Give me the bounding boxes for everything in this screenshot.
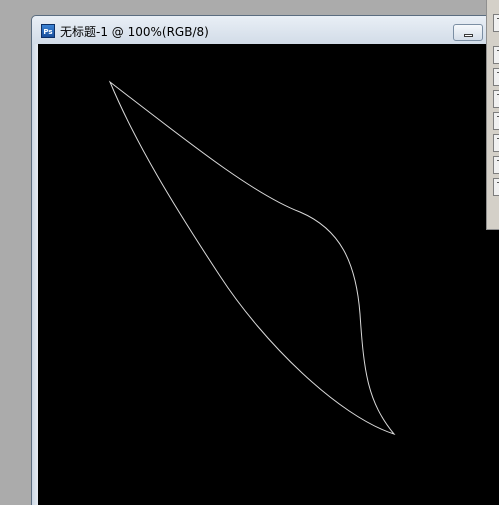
panel-tool-8[interactable] [493,178,499,196]
panel-tool-7[interactable] [493,156,499,174]
canvas-drawing [108,80,396,435]
photoshop-workspace: Ps 无标题-1 @ 100%(RGB/8) [0,0,499,505]
document-titlebar[interactable]: Ps 无标题-1 @ 100%(RGB/8) [32,16,499,44]
ps-icon: Ps [41,24,55,38]
minimize-button[interactable] [453,24,483,41]
panel-tool-4[interactable] [493,90,499,108]
right-tool-panel [486,0,499,230]
document-canvas[interactable] [38,44,499,505]
minimize-icon [464,34,473,37]
document-window: Ps 无标题-1 @ 100%(RGB/8) [31,15,499,505]
panel-tool-5[interactable] [493,112,499,130]
panel-tool-1[interactable] [493,14,499,32]
panel-tool-3[interactable] [493,68,499,86]
document-title: 无标题-1 @ 100%(RGB/8) [60,25,209,39]
leaf-path-outline[interactable] [108,80,396,435]
panel-tool-6[interactable] [493,134,499,152]
panel-tool-2[interactable] [493,46,499,64]
